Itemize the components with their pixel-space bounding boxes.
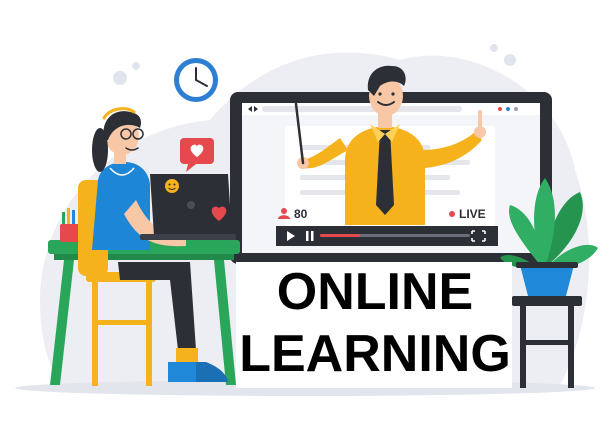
clock-icon	[174, 58, 218, 102]
headline-learning: LEARNING	[239, 325, 511, 383]
smiley-icon	[165, 179, 179, 193]
live-label: LIVE	[459, 207, 486, 221]
headline-online: ONLINE	[276, 263, 474, 321]
online-learning-illustration: 80 LIVE ONLINE LEARNING	[0, 0, 611, 428]
viewer-count: 80	[294, 207, 308, 221]
live-dot-icon	[449, 211, 455, 217]
